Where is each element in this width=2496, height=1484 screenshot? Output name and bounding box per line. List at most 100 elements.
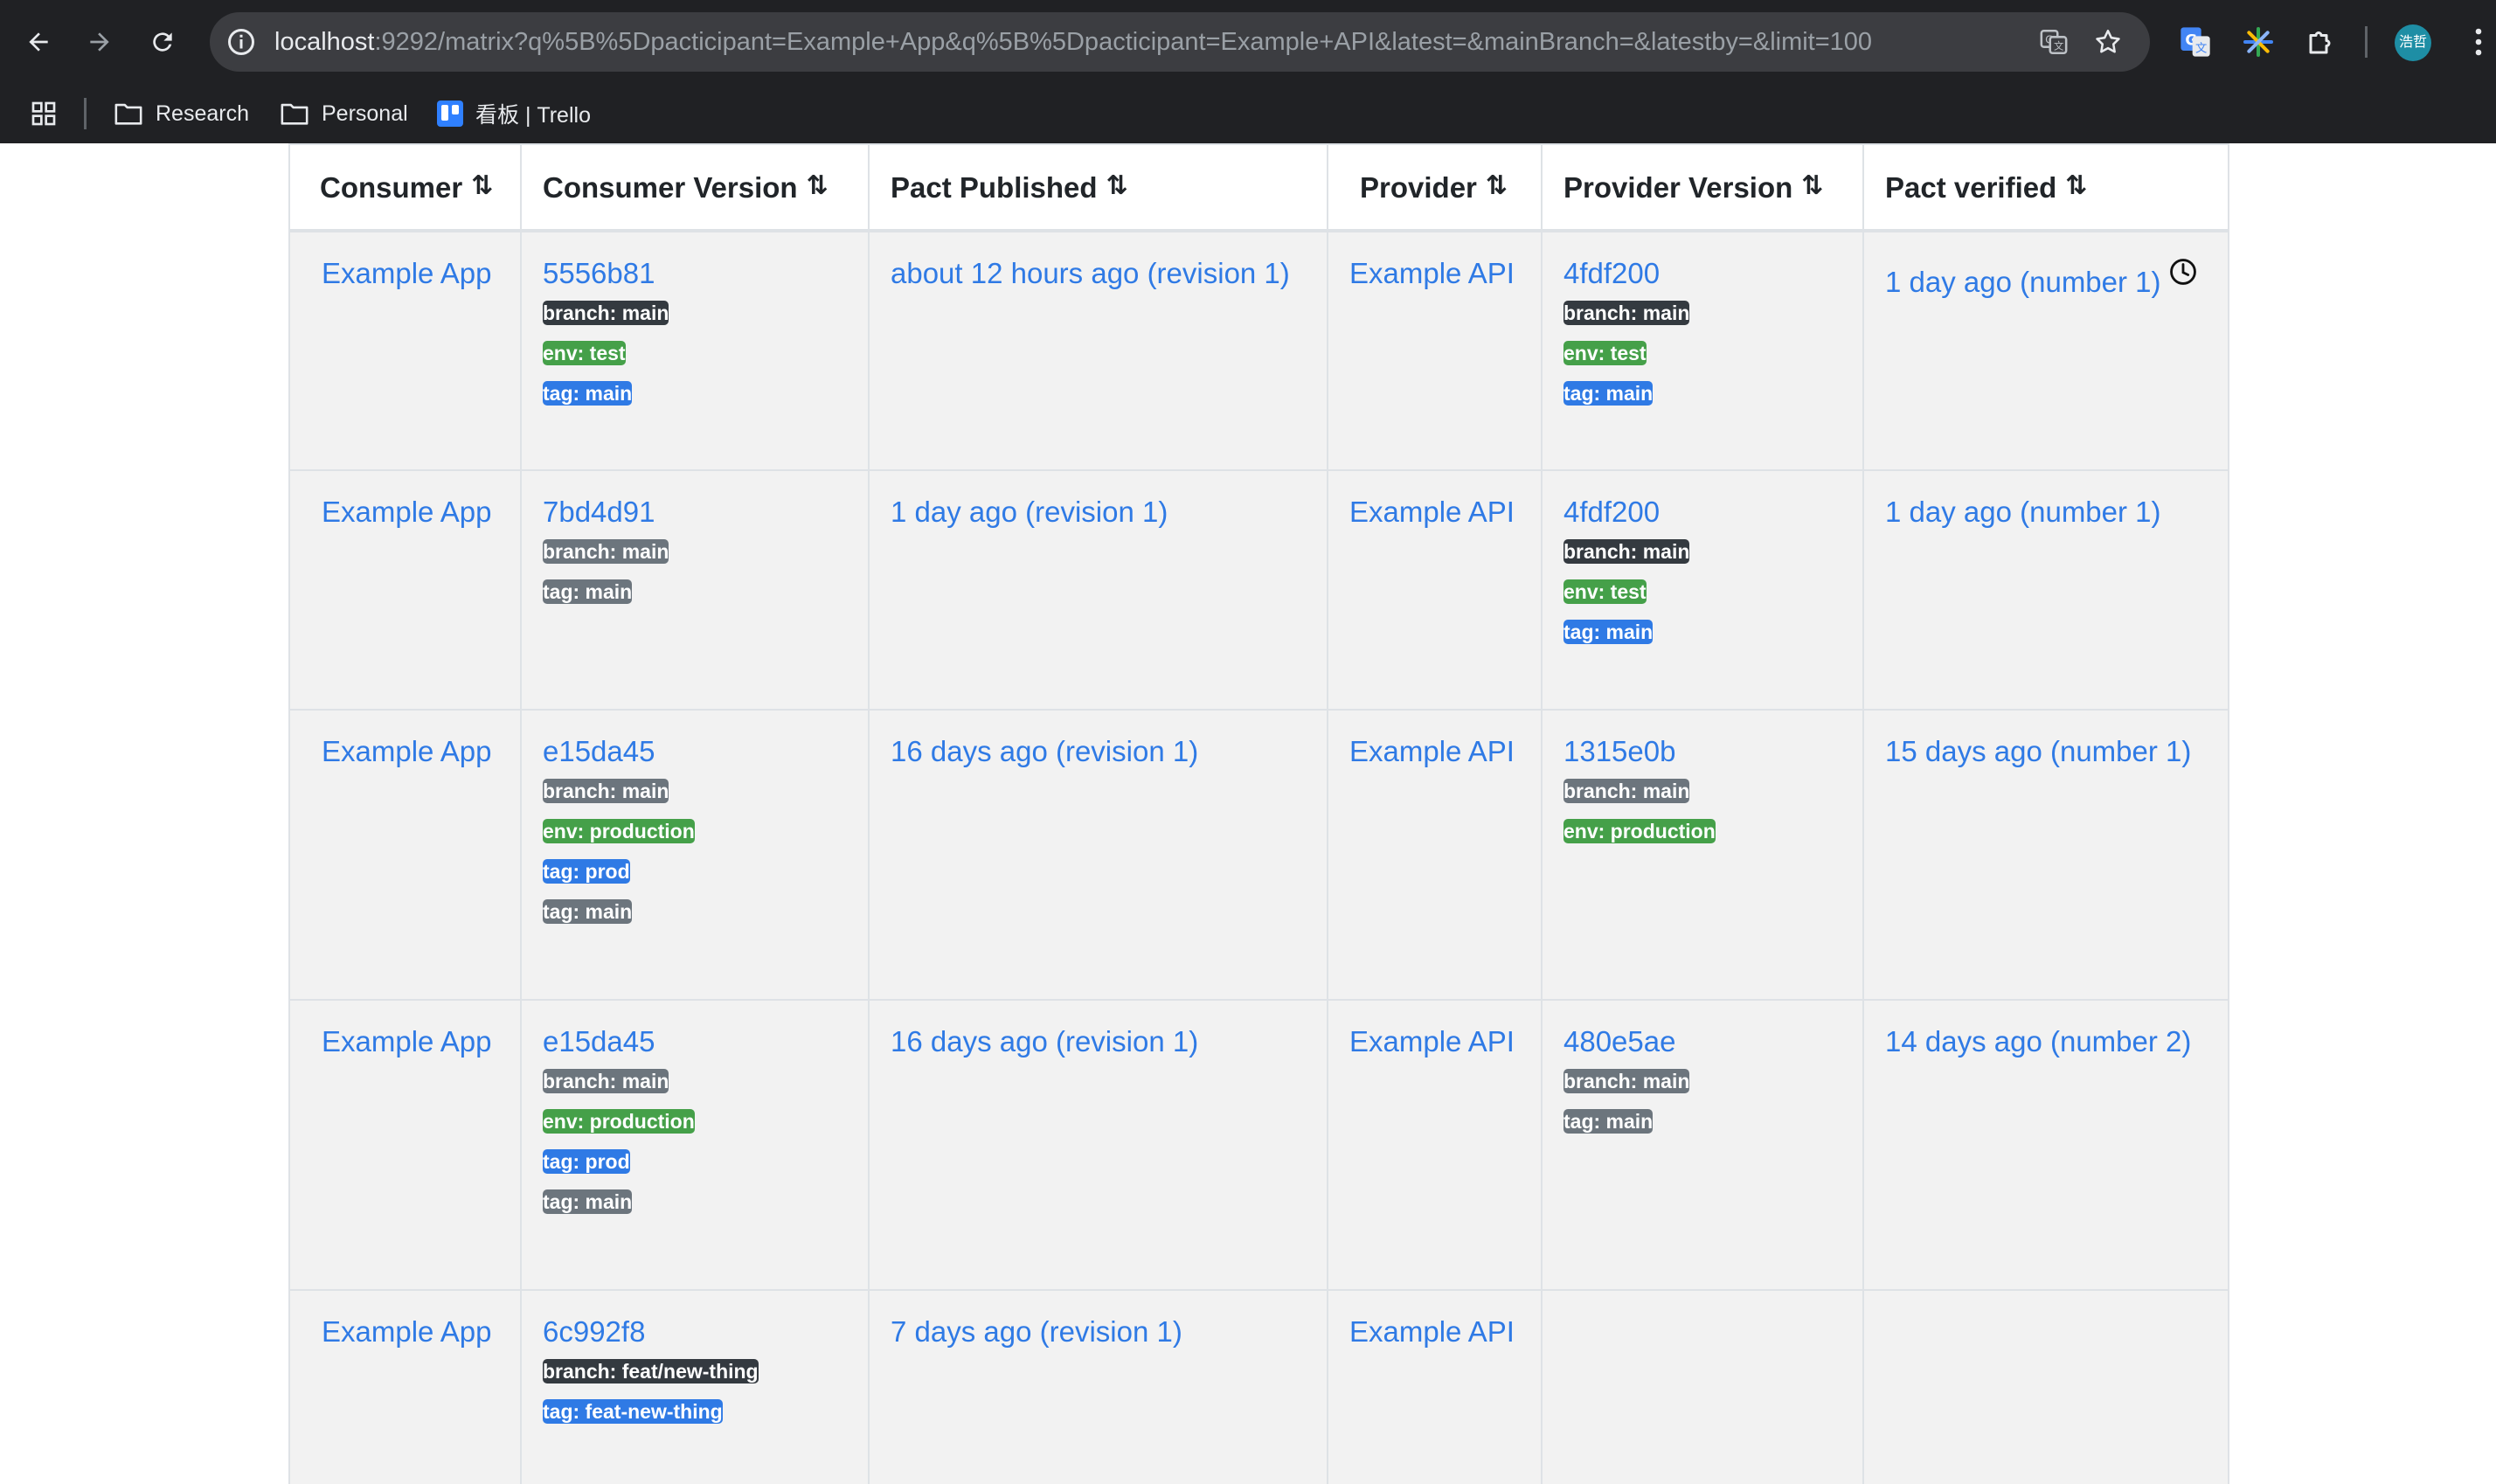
address-bar[interactable]: localhost:9292/matrix?q%5B%5Dpacticipant… bbox=[210, 12, 2150, 72]
table-row: Example App e15da45 branch: main env: pr… bbox=[288, 709, 2229, 1001]
trello-icon bbox=[437, 101, 463, 127]
header-pact-verified[interactable]: Pact verified ⇅ bbox=[1862, 143, 2229, 232]
header-label: Consumer bbox=[320, 170, 463, 204]
env-badge: env: test bbox=[543, 341, 626, 365]
provider-link[interactable]: Example API bbox=[1349, 1315, 1515, 1348]
back-button[interactable] bbox=[12, 16, 65, 68]
provider-version-cell: 480e5ae branch: main tag: main bbox=[1541, 999, 1864, 1291]
consumer-version-link[interactable]: 7bd4d91 bbox=[543, 496, 655, 528]
pact-verified-link[interactable]: 14 days ago (number 2) bbox=[1885, 1025, 2191, 1058]
consumer-cell: Example App bbox=[288, 1289, 522, 1484]
bookmark-label: Personal bbox=[322, 101, 408, 126]
tag-badge: tag: prod bbox=[543, 859, 630, 884]
header-consumer[interactable]: Consumer ⇅ bbox=[288, 143, 522, 232]
provider-version-cell: 4fdf200 branch: main env: test tag: main bbox=[1541, 469, 1864, 711]
apps-grid-icon[interactable] bbox=[30, 84, 58, 143]
consumer-link[interactable]: Example App bbox=[322, 735, 491, 767]
consumer-version-link[interactable]: 6c992f8 bbox=[543, 1315, 645, 1348]
provider-cell: Example API bbox=[1327, 1289, 1543, 1484]
google-translate-extension-icon[interactable]: G文 bbox=[2171, 17, 2220, 66]
back-arrow-icon bbox=[29, 32, 48, 52]
branch-badge: branch: main bbox=[1563, 779, 1690, 803]
env-badge: env: production bbox=[543, 1109, 695, 1134]
svg-text:文: 文 bbox=[2195, 42, 2207, 56]
bookmark-research[interactable]: Research bbox=[114, 84, 249, 143]
tag-badge: tag: main bbox=[543, 1189, 633, 1214]
header-provider-version[interactable]: Provider Version ⇅ bbox=[1541, 143, 1864, 232]
consumer-version-link[interactable]: 5556b81 bbox=[543, 257, 655, 289]
pact-verified-cell bbox=[1862, 1289, 2229, 1484]
provider-cell: Example API bbox=[1327, 230, 1543, 471]
header-label: Pact Published bbox=[891, 170, 1098, 204]
tag-badge: tag: main bbox=[1563, 1109, 1654, 1134]
pact-verified-link[interactable]: 1 day ago (number 1) bbox=[1885, 266, 2161, 298]
tag-badge: tag: main bbox=[543, 899, 633, 924]
pact-verified-link[interactable]: 1 day ago (number 1) bbox=[1885, 496, 2161, 528]
header-label: Provider bbox=[1360, 170, 1477, 204]
reload-button[interactable] bbox=[136, 16, 189, 68]
table-row: Example App 6c992f8 branch: feat/new-thi… bbox=[288, 1289, 2229, 1484]
tag-badge: tag: main bbox=[1563, 620, 1654, 644]
provider-link[interactable]: Example API bbox=[1349, 257, 1515, 289]
provider-link[interactable]: Example API bbox=[1349, 735, 1515, 767]
browser-menu-icon[interactable] bbox=[2454, 17, 2496, 66]
forward-arrow-icon bbox=[90, 32, 109, 52]
consumer-link[interactable]: Example App bbox=[322, 1315, 491, 1348]
table-row: Example App 5556b81 branch: main env: te… bbox=[288, 230, 2229, 471]
sort-icon[interactable]: ⇅ bbox=[1106, 170, 1128, 201]
pact-verified-cell: 1 day ago (number 1) bbox=[1862, 469, 2229, 711]
page-content: Consumer ⇅ Consumer Version ⇅ Pact Publish… bbox=[0, 143, 2496, 1484]
tag-badge: tag: main bbox=[543, 381, 633, 406]
header-pact-published[interactable]: Pact Published ⇅ bbox=[868, 143, 1328, 232]
consumer-version-cell: e15da45 branch: main env: production tag… bbox=[520, 999, 870, 1291]
provider-link[interactable]: Example API bbox=[1349, 496, 1515, 528]
sort-icon[interactable]: ⇅ bbox=[1801, 170, 1823, 201]
sort-icon[interactable]: ⇅ bbox=[807, 170, 829, 201]
sort-icon[interactable]: ⇅ bbox=[1486, 170, 1508, 201]
provider-version-link[interactable]: 480e5ae bbox=[1563, 1025, 1675, 1058]
provider-link[interactable]: Example API bbox=[1349, 1025, 1515, 1058]
pact-published-link[interactable]: 7 days ago (revision 1) bbox=[891, 1315, 1182, 1348]
provider-version-link[interactable]: 1315e0b bbox=[1563, 735, 1675, 767]
sort-icon[interactable]: ⇅ bbox=[471, 170, 493, 201]
bookmark-trello[interactable]: 看板 | Trello bbox=[437, 84, 591, 143]
header-provider[interactable]: Provider ⇅ bbox=[1327, 143, 1543, 232]
sparkle-extension-icon[interactable] bbox=[2234, 17, 2283, 66]
bookmark-personal[interactable]: Personal bbox=[280, 84, 408, 143]
header-label: Pact verified bbox=[1885, 170, 2057, 204]
consumer-version-link[interactable]: e15da45 bbox=[543, 735, 655, 767]
extensions-puzzle-icon[interactable] bbox=[2297, 17, 2346, 66]
translate-icon[interactable]: G文 bbox=[2036, 24, 2071, 59]
pact-published-link[interactable]: 16 days ago (revision 1) bbox=[891, 1025, 1198, 1058]
consumer-link[interactable]: Example App bbox=[322, 496, 491, 528]
pact-published-cell: 16 days ago (revision 1) bbox=[868, 999, 1328, 1291]
pact-verified-cell: 1 day ago (number 1) bbox=[1862, 230, 2229, 471]
branch-badge: branch: main bbox=[543, 1069, 669, 1093]
provider-version-link[interactable]: 4fdf200 bbox=[1563, 496, 1660, 528]
pact-verified-link[interactable]: 15 days ago (number 1) bbox=[1885, 735, 2191, 767]
pact-published-link[interactable]: about 12 hours ago (revision 1) bbox=[891, 257, 1290, 289]
bookmark-label: Research bbox=[156, 101, 249, 126]
sort-icon[interactable]: ⇅ bbox=[2065, 170, 2087, 201]
browser-toolbar: localhost:9292/matrix?q%5B%5Dpacticipant… bbox=[0, 0, 2496, 84]
bookmarks-divider bbox=[84, 98, 87, 129]
branch-badge: branch: main bbox=[543, 539, 669, 564]
header-consumer-version[interactable]: Consumer Version ⇅ bbox=[520, 143, 870, 232]
consumer-version-link[interactable]: e15da45 bbox=[543, 1025, 655, 1058]
consumer-link[interactable]: Example App bbox=[322, 257, 491, 289]
clock-icon[interactable] bbox=[2168, 257, 2198, 294]
consumer-link[interactable]: Example App bbox=[322, 1025, 491, 1058]
folder-icon bbox=[114, 103, 142, 125]
bookmark-star-icon[interactable] bbox=[2090, 24, 2125, 59]
provider-version-link[interactable]: 4fdf200 bbox=[1563, 257, 1660, 289]
pact-published-cell: about 12 hours ago (revision 1) bbox=[868, 230, 1328, 471]
pact-published-link[interactable]: 1 day ago (revision 1) bbox=[891, 496, 1168, 528]
pact-published-link[interactable]: 16 days ago (revision 1) bbox=[891, 735, 1198, 767]
profile-avatar[interactable]: 浩哲 bbox=[2395, 24, 2431, 61]
table-row: Example App e15da45 branch: main env: pr… bbox=[288, 999, 2229, 1291]
forward-button[interactable] bbox=[73, 16, 126, 68]
pact-published-cell: 1 day ago (revision 1) bbox=[868, 469, 1328, 711]
site-info-icon[interactable] bbox=[225, 26, 257, 62]
tag-badge: tag: main bbox=[1563, 381, 1654, 406]
url-text[interactable]: localhost:9292/matrix?q%5B%5Dpacticipant… bbox=[274, 12, 1872, 72]
